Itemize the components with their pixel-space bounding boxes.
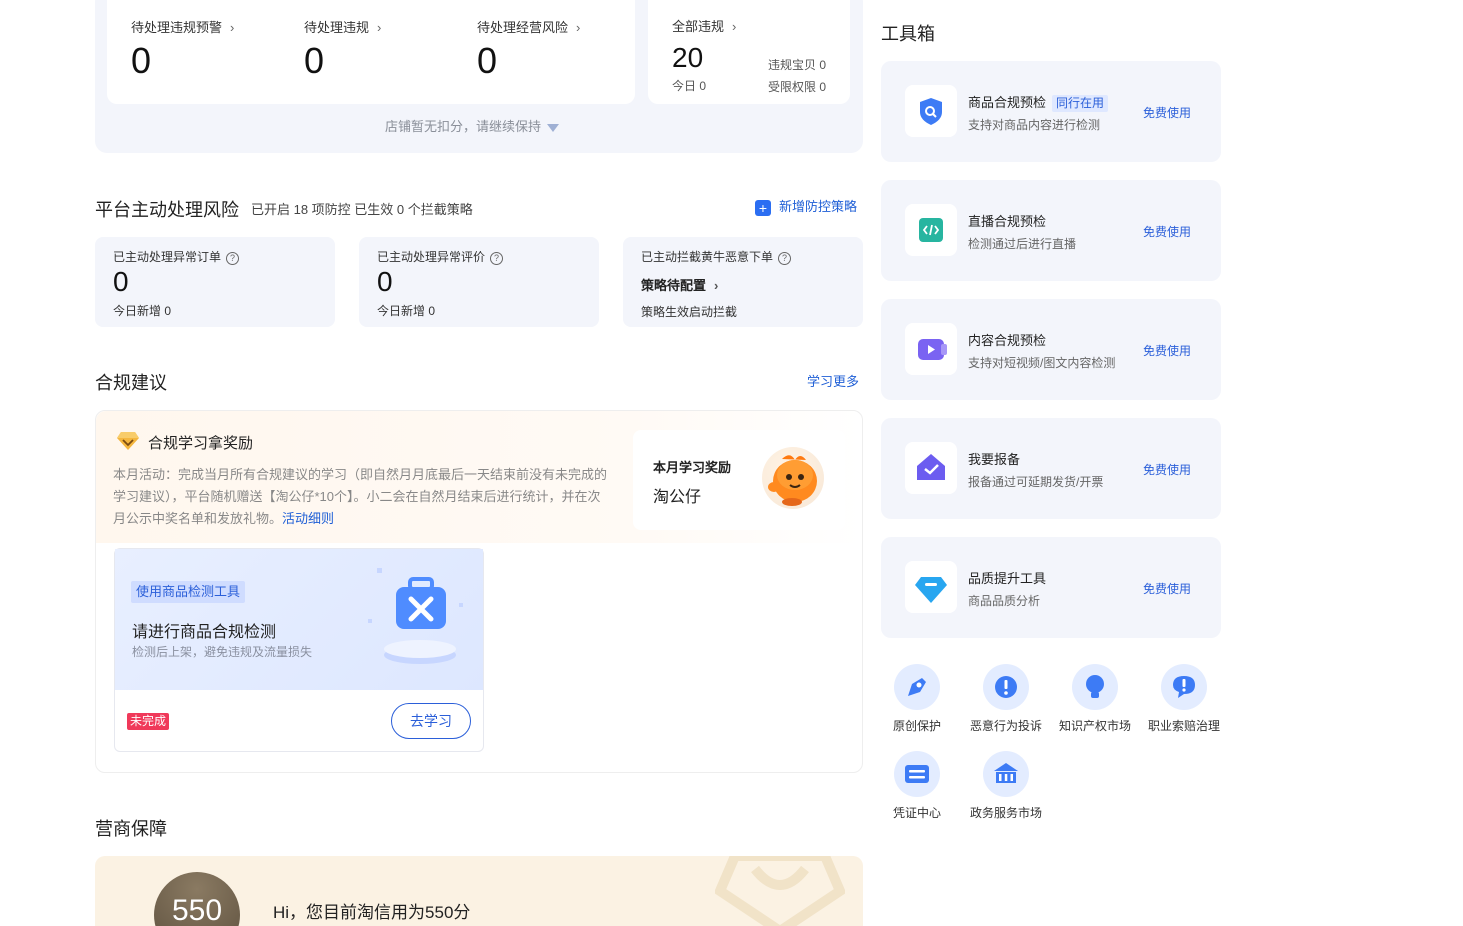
reward-description: 本月活动：完成当月所有合规建议的学习（即自然月月底最后一天结束前没有未完成的学习… (113, 467, 608, 526)
metric-pending-violation-value: 0 (304, 40, 325, 81)
service-complaint[interactable] (983, 664, 1029, 710)
free-use-button[interactable]: 免费使用 (1143, 461, 1191, 478)
taogongzai-mascot-icon (762, 447, 824, 509)
no-deduction-hint[interactable]: 店铺暂无扣分，请继续保持 (385, 116, 560, 135)
credit-score-text: Hi，您目前淘信用为550分 (273, 903, 471, 922)
learn-more-link[interactable]: 学习更多 (807, 371, 859, 390)
go-learn-button[interactable]: 去学习 (391, 703, 471, 739)
tool-icon-container (905, 85, 957, 137)
plus-icon: + (755, 200, 771, 216)
all-violations-link[interactable]: 全部违规 › (672, 16, 736, 35)
task-tag: 使用商品检测工具 (131, 581, 246, 603)
service-label: 知识产权市场 (1059, 719, 1132, 733)
original-protect-icon (894, 664, 940, 710)
platform-risk-subtitle: 已开启 18 项防控 已生效 0 个拦截策略 (251, 202, 473, 217)
violation-metrics-card (107, 0, 635, 104)
chevron-right-icon: › (714, 278, 719, 293)
service-label: 职业索赔治理 (1148, 719, 1221, 733)
service-gov-market[interactable] (983, 751, 1029, 797)
service-original-protect[interactable] (894, 664, 940, 710)
risk-reviews-today: 今日新增 0 (377, 304, 436, 318)
toolbox-title: 工具箱 (881, 24, 935, 44)
caret-down-icon (547, 123, 560, 132)
service-label: 凭证中心 (893, 806, 942, 820)
shield-watermark-icon (715, 856, 845, 926)
configure-strategy-link[interactable]: 策略待配置 › (641, 275, 718, 294)
monthly-reward-value: 淘公仔 (653, 489, 702, 506)
risk-scalpers-label: 已主动拦截黄牛恶意下单? (641, 248, 792, 265)
report-check-icon (917, 454, 945, 480)
code-icon (919, 218, 943, 242)
tool-desc: 检测通过后进行直播 (968, 237, 1077, 251)
toolbox-illustration-icon (368, 568, 463, 664)
activity-rules-link[interactable]: 活动细则 (282, 511, 334, 526)
help-icon[interactable]: ? (778, 252, 792, 265)
metric-pending-warning-link[interactable]: 待处理违规预警 › (131, 17, 234, 36)
tool-icon-container (905, 323, 957, 375)
gov-service-icon (983, 751, 1029, 797)
metric-pending-risk-value: 0 (477, 40, 498, 81)
tool-desc: 商品品质分析 (968, 594, 1041, 608)
task-subtitle: 检测后上架，避免违规及流量损失 (132, 645, 313, 659)
metric-pending-risk-link[interactable]: 待处理经营风险 › (477, 17, 580, 36)
tool-desc: 支持对短视频/图文内容检测 (968, 356, 1116, 370)
chevron-right-icon: › (230, 20, 235, 35)
metric-pending-warning-value: 0 (131, 40, 152, 81)
help-icon[interactable]: ? (490, 252, 504, 265)
guarantee-title: 营商保障 (95, 819, 167, 839)
tool-name: 品质提升工具 (968, 571, 1047, 586)
risk-reviews-value: 0 (377, 266, 393, 297)
monthly-reward-label: 本月学习奖励 (653, 460, 732, 475)
diamond-icon (915, 577, 947, 603)
tool-name: 直播合规预检 (968, 214, 1047, 229)
violation-products-count: 违规宝贝 0 (768, 58, 827, 72)
all-violations-today: 今日 0 (672, 79, 707, 93)
complaint-icon (983, 664, 1029, 710)
chevron-right-icon: › (377, 20, 382, 35)
free-use-button[interactable]: 免费使用 (1143, 223, 1191, 240)
risk-orders-label: 已主动处理异常订单? (113, 248, 240, 265)
tool-icon-container (905, 442, 957, 494)
chevron-right-icon: › (576, 20, 581, 35)
tool-desc: 支持对商品内容进行检测 (968, 118, 1101, 132)
tool-desc: 报备通过可延期发货/开票 (968, 475, 1104, 489)
reward-title: 合规学习拿奖励 (148, 435, 254, 452)
chevron-right-icon: › (732, 19, 737, 34)
diamond-badge-icon (117, 432, 139, 450)
platform-risk-title: 平台主动处理风险 (95, 200, 239, 220)
risk-reviews-label: 已主动处理异常评价? (377, 248, 504, 265)
free-use-button[interactable]: 免费使用 (1143, 104, 1191, 121)
limited-permissions-count: 受限权限 0 (768, 80, 827, 94)
video-icon (918, 339, 947, 360)
peer-using-tag: 同行在用 (1052, 95, 1109, 112)
risk-orders-today: 今日新增 0 (113, 304, 172, 318)
tool-name: 我要报备 (968, 452, 1021, 467)
service-voucher[interactable] (894, 751, 940, 797)
service-label: 恶意行为投诉 (970, 719, 1043, 733)
service-claim-govern[interactable] (1161, 664, 1207, 710)
add-strategy-button[interactable]: + 新增防控策略 (755, 196, 857, 216)
service-ip-market[interactable] (1072, 664, 1118, 710)
tool-name: 商品合规预检 同行在用 (968, 92, 1109, 112)
shield-search-icon (920, 98, 942, 125)
risk-scalpers-foot: 策略生效启动拦截 (641, 305, 738, 319)
help-icon[interactable]: ? (226, 252, 240, 265)
all-violations-value: 20 (672, 42, 704, 73)
ip-market-icon (1072, 664, 1118, 710)
status-badge-incomplete: 未完成 (127, 713, 170, 730)
voucher-icon (894, 751, 940, 797)
free-use-button[interactable]: 免费使用 (1143, 342, 1191, 359)
tool-icon-container (905, 561, 957, 613)
service-label: 政务服务市场 (970, 806, 1043, 820)
tool-icon-container (905, 204, 957, 256)
tool-name: 内容合规预检 (968, 333, 1047, 348)
metric-pending-violation-link[interactable]: 待处理违规 › (304, 17, 381, 36)
task-title: 请进行商品合规检测 (132, 624, 277, 641)
free-use-button[interactable]: 免费使用 (1143, 580, 1191, 597)
service-label: 原创保护 (893, 719, 942, 733)
advice-title: 合规建议 (95, 373, 167, 393)
risk-orders-value: 0 (113, 266, 129, 297)
claim-govern-icon (1161, 664, 1207, 710)
